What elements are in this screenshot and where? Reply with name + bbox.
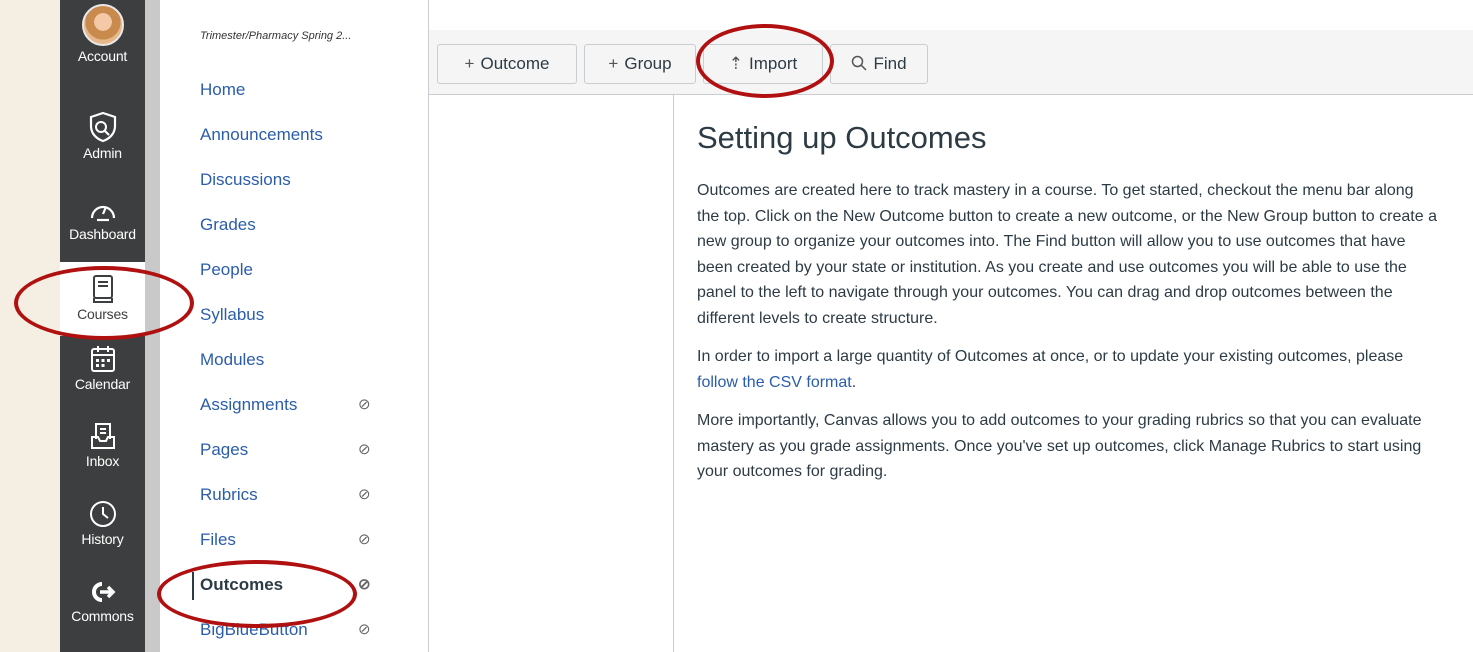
- global-nav-label: Inbox: [85, 453, 120, 469]
- inbox-icon: [90, 423, 115, 449]
- global-nav-inbox[interactable]: Inbox: [60, 421, 145, 469]
- outcomes-intro: Setting up Outcomes Outcomes are created…: [697, 120, 1437, 498]
- import-paragraph: In order to import a large quantity of O…: [697, 344, 1437, 395]
- outcome-tree-divider: [673, 95, 674, 652]
- global-nav-history[interactable]: History: [60, 499, 145, 547]
- add-outcome-label: Outcome: [480, 54, 550, 73]
- course-nav-people[interactable]: People: [200, 255, 420, 285]
- course-nav-label: Assignments: [200, 395, 298, 414]
- global-nav-label: Account: [77, 48, 128, 64]
- search-icon: [852, 55, 867, 71]
- plus-icon: +: [608, 54, 619, 73]
- course-nav-assignments[interactable]: Assignments ⊘: [200, 390, 420, 420]
- course-nav-files[interactable]: Files ⊘: [200, 525, 420, 555]
- global-nav-label: Courses: [77, 306, 128, 322]
- page-title: Setting up Outcomes: [697, 120, 987, 155]
- book-icon: [92, 275, 113, 303]
- global-nav-account[interactable]: Account: [60, 4, 145, 64]
- course-nav-label: Syllabus: [200, 305, 265, 324]
- global-nav-admin[interactable]: Admin: [60, 111, 145, 161]
- outcomes-toolbar: + Outcome + Group ⇡ Import Find: [429, 30, 1473, 95]
- global-nav-commons[interactable]: Commons: [60, 578, 145, 624]
- import-text: In order to import a large quantity of O…: [697, 348, 1404, 365]
- course-nav-pages[interactable]: Pages ⊘: [200, 435, 420, 465]
- eye-slash-icon: ⊘: [358, 441, 371, 458]
- course-nav-label: Announcements: [200, 125, 323, 144]
- find-label: Find: [873, 54, 907, 73]
- global-nav-courses[interactable]: Courses: [60, 262, 145, 336]
- eye-slash-icon: ⊘: [358, 621, 371, 638]
- rubrics-paragraph: More importantly, Canvas allows you to a…: [697, 412, 1422, 480]
- nav-divider: [145, 0, 160, 652]
- global-nav: Account Admin Dashboard Courses Calendar…: [60, 0, 145, 652]
- page-edge: [0, 0, 60, 652]
- shield-icon: [89, 111, 116, 143]
- import-text-end: .: [851, 373, 857, 391]
- course-nav-label: BigBlueButton: [200, 620, 308, 639]
- global-nav-calendar[interactable]: Calendar: [60, 344, 145, 392]
- course-nav-label: Modules: [200, 350, 265, 369]
- course-nav-rubrics[interactable]: Rubrics ⊘: [200, 480, 420, 510]
- course-nav-label: People: [200, 260, 253, 279]
- find-button[interactable]: Find: [830, 44, 928, 84]
- course-nav-syllabus[interactable]: Syllabus: [200, 300, 420, 330]
- add-group-label: Group: [624, 54, 672, 73]
- clock-icon: [89, 501, 116, 527]
- commons-icon: [91, 582, 115, 602]
- global-nav-label: Dashboard: [69, 226, 136, 242]
- course-nav-label: Files: [200, 530, 236, 549]
- global-nav-label: Commons: [71, 608, 134, 624]
- course-nav-divider: [428, 0, 429, 652]
- course-nav-label: Home: [200, 80, 246, 99]
- course-nav-label: Rubrics: [200, 485, 258, 504]
- course-nav-label: Outcomes: [200, 575, 284, 594]
- course-nav-label: Pages: [200, 440, 249, 459]
- course-nav-home[interactable]: Home: [200, 75, 420, 105]
- eye-slash-icon: ⊘: [358, 396, 371, 413]
- course-nav-outcomes[interactable]: Outcomes ⊘: [192, 570, 420, 600]
- avatar: [81, 4, 124, 46]
- course-nav-announcements[interactable]: Announcements: [200, 120, 420, 150]
- add-outcome-button[interactable]: + Outcome: [437, 44, 577, 84]
- global-nav-label: History: [81, 531, 124, 547]
- intro-paragraph: Outcomes are created here to track maste…: [697, 182, 1437, 327]
- course-nav-grades[interactable]: Grades: [200, 210, 420, 240]
- global-nav-label: Admin: [83, 145, 122, 161]
- global-nav-dashboard[interactable]: Dashboard: [60, 196, 145, 242]
- add-group-button[interactable]: + Group: [584, 44, 696, 84]
- global-nav-label: Calendar: [74, 376, 131, 392]
- plus-icon: +: [464, 54, 475, 73]
- breadcrumb[interactable]: Trimester/Pharmacy Spring 2...: [200, 30, 351, 42]
- course-nav-label: Grades: [200, 215, 256, 234]
- course-nav-discussions[interactable]: Discussions: [200, 165, 420, 195]
- calendar-icon: [90, 346, 115, 372]
- csv-format-link[interactable]: follow the CSV format: [697, 374, 852, 391]
- course-nav-label: Discussions: [200, 170, 291, 189]
- import-button[interactable]: ⇡ Import: [703, 44, 823, 84]
- eye-slash-icon: ⊘: [358, 531, 371, 548]
- eye-slash-icon: ⊘: [358, 486, 371, 503]
- course-nav-bigbluebutton[interactable]: BigBlueButton ⊘: [200, 615, 420, 645]
- course-nav-modules[interactable]: Modules: [200, 345, 420, 375]
- import-label: Import: [749, 54, 798, 73]
- speedometer-icon: [90, 205, 115, 222]
- upload-icon: ⇡: [728, 54, 744, 73]
- eye-slash-icon: ⊘: [358, 576, 371, 593]
